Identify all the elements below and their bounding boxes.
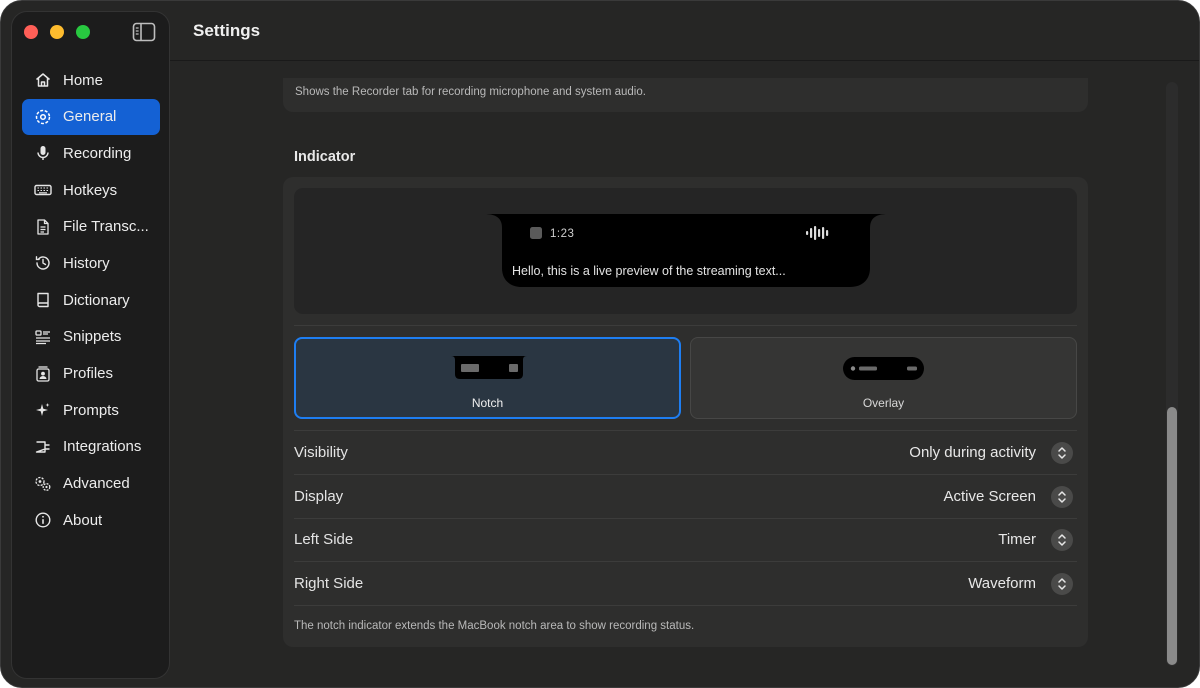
overlay-mode-button[interactable]: Overlay	[690, 337, 1077, 419]
sidebar-nav: Home General Recording Hotkeys File Tran…	[22, 62, 160, 539]
display-popup-chevrons-icon[interactable]	[1051, 486, 1073, 508]
indicator-section-title: Indicator	[294, 149, 356, 165]
sidebar-item-file-transcription[interactable]: File Transc...	[22, 209, 160, 245]
left-side-label: Left Side	[294, 531, 354, 548]
clock-history-icon	[34, 254, 52, 272]
sidebar-toggle-icon[interactable]	[132, 22, 156, 42]
sidebar-item-history[interactable]: History	[22, 245, 160, 281]
sidebar-item-label: Recording	[63, 144, 132, 162]
page-title: Settings	[193, 21, 261, 40]
notch-timer: 1:23	[550, 228, 575, 240]
sidebar-item-hotkeys[interactable]: Hotkeys	[22, 172, 160, 208]
keyboard-icon	[34, 181, 52, 199]
info-icon	[34, 511, 52, 529]
document-icon	[34, 218, 52, 236]
zoom-window-button[interactable]	[76, 25, 90, 39]
title-bar: Settings	[170, 1, 1199, 61]
indicator-footnote: The notch indicator extends the MacBook …	[294, 620, 695, 632]
sidebar-item-recording[interactable]: Recording	[22, 135, 160, 171]
sidebar-item-label: Profiles	[63, 365, 114, 382]
sidebar-item-label: About	[63, 511, 103, 529]
visibility-label: Visibility	[294, 444, 348, 461]
settings-content: Shows the Recorder tab for recording mic…	[170, 62, 1199, 687]
overlay-mode-icon	[843, 357, 924, 380]
microphone-icon	[34, 144, 52, 162]
display-label: Display	[294, 488, 344, 505]
sidebar-item-profiles[interactable]: Profiles	[22, 356, 160, 392]
right-side-popup-chevrons-icon[interactable]	[1051, 573, 1073, 595]
visibility-popup-chevrons-icon[interactable]	[1051, 442, 1073, 464]
notch-mode-label: Notch	[471, 396, 504, 410]
book-icon	[34, 291, 52, 309]
sidebar-item-label: General	[63, 108, 117, 126]
minimize-window-button[interactable]	[50, 25, 64, 39]
profile-badge-icon	[34, 365, 52, 383]
right-side-row: Right Side Waveform	[294, 562, 1077, 605]
gears-icon	[34, 475, 52, 493]
sidebar-item-label: File Transc...	[63, 218, 149, 236]
right-side-value[interactable]: Waveform	[968, 575, 1036, 592]
overlay-mode-label: Overlay	[862, 396, 905, 410]
recorder-tab-card: Shows the Recorder tab for recording mic…	[283, 78, 1088, 112]
left-side-value[interactable]: Timer	[998, 531, 1036, 548]
left-side-row: Left Side Timer	[294, 518, 1077, 561]
sidebar-item-general[interactable]: General	[22, 98, 160, 135]
sidebar-item-label: Snippets	[63, 328, 122, 346]
left-side-popup-chevrons-icon[interactable]	[1051, 529, 1073, 551]
sidebar-item-integrations[interactable]: Integrations	[22, 429, 160, 465]
sidebar: Home General Recording Hotkeys File Tran…	[11, 11, 170, 679]
scrollbar-thumb[interactable]	[1167, 407, 1177, 665]
notch-streaming-text: Hello, this is a live preview of the str…	[512, 264, 786, 278]
notch-mode-button[interactable]: Notch	[294, 337, 681, 419]
house-icon	[34, 71, 52, 89]
display-row: Display Active Screen	[294, 475, 1077, 518]
right-side-label: Right Side	[294, 575, 364, 592]
visibility-value[interactable]: Only during activity	[909, 444, 1036, 461]
gear-icon	[34, 108, 52, 126]
sidebar-item-label: Home	[63, 71, 104, 89]
display-value[interactable]: Active Screen	[943, 488, 1036, 505]
sidebar-item-snippets[interactable]: Snippets	[22, 319, 160, 355]
sidebar-item-label: Prompts	[63, 401, 119, 419]
visibility-row: Visibility Only during activity	[294, 431, 1077, 474]
sidebar-item-dictionary[interactable]: Dictionary	[22, 282, 160, 318]
sparkle-icon	[34, 401, 52, 419]
list-icon	[34, 328, 52, 346]
sidebar-item-label: Dictionary	[63, 291, 130, 309]
sidebar-item-about[interactable]: About	[22, 502, 160, 538]
sidebar-item-prompts[interactable]: Prompts	[22, 392, 160, 428]
sidebar-item-label: History	[63, 254, 110, 272]
close-window-button[interactable]	[24, 25, 38, 39]
divider	[294, 325, 1077, 326]
vertical-scrollbar[interactable]	[1166, 82, 1178, 666]
indicator-preview: 1:23 Hello, this is a live preview of th…	[294, 188, 1077, 314]
sidebar-item-label: Advanced	[63, 475, 130, 493]
sidebar-item-home[interactable]: Home	[22, 62, 160, 98]
plug-icon	[34, 438, 52, 456]
indicator-card: 1:23 Hello, this is a live preview of th…	[283, 177, 1088, 647]
sidebar-item-label: Integrations	[63, 438, 142, 456]
notch-mode-icon	[451, 356, 527, 379]
divider	[294, 605, 1077, 606]
settings-window: Home General Recording Hotkeys File Tran…	[0, 0, 1200, 688]
recorder-tab-description: Shows the Recorder tab for recording mic…	[295, 86, 646, 98]
sidebar-item-label: Hotkeys	[63, 181, 118, 199]
sidebar-item-advanced[interactable]: Advanced	[22, 466, 160, 502]
